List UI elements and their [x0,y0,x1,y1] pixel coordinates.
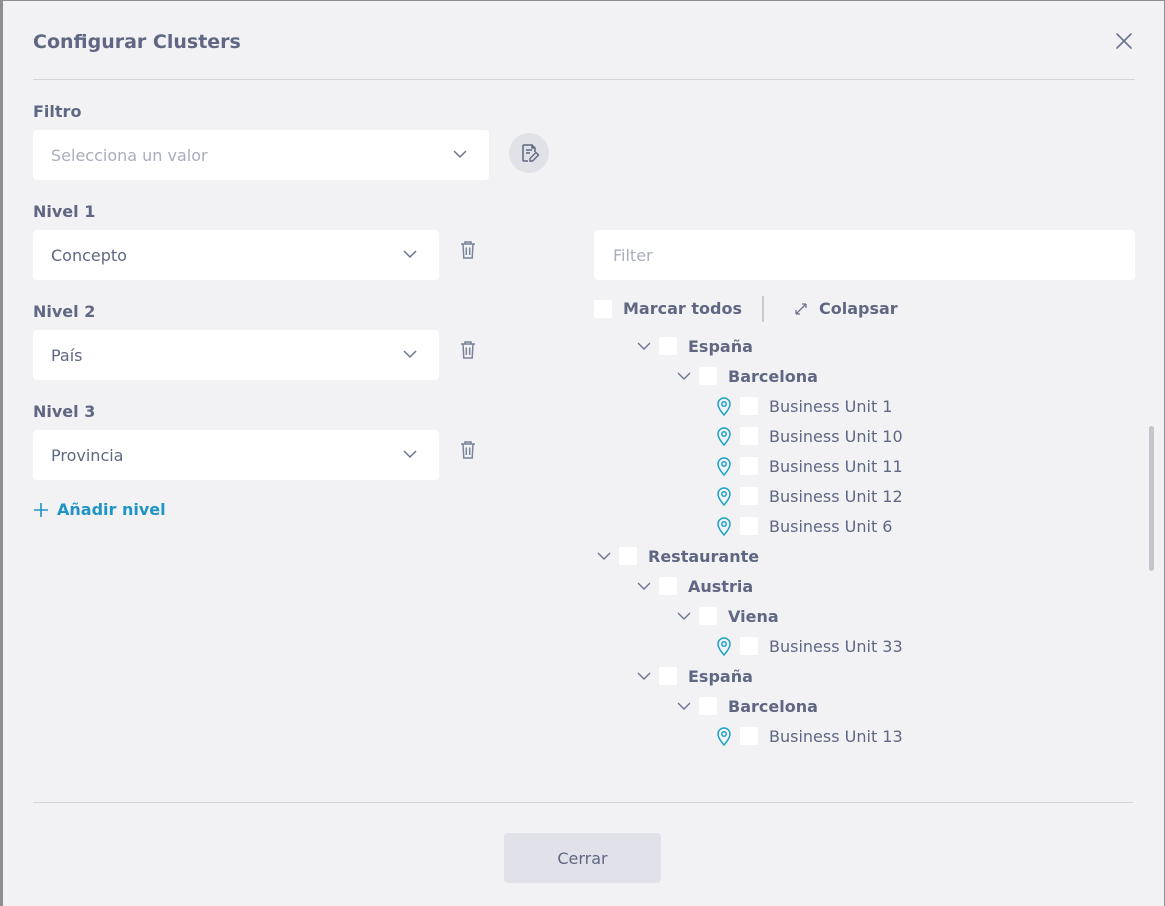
location-pin-icon [717,427,731,446]
delete-level-1-icon[interactable] [459,240,477,260]
tree-leaf: Business Unit 13 [716,726,903,746]
tree-node-checkbox[interactable] [699,697,717,715]
tree-node: España [637,666,753,686]
tree-leaf-label: Business Unit 12 [769,486,903,506]
collapse-label: Colapsar [819,299,898,318]
location-pin-icon [717,637,731,656]
add-level-label: Añadir nivel [57,500,166,519]
location-pin-icon [717,727,731,746]
filter-select[interactable]: Selecciona un valor [33,130,489,180]
tree-node-checkbox[interactable] [659,577,677,595]
tree-node-checkbox[interactable] [659,667,677,685]
tree-node-label: Barcelona [728,696,818,716]
tree-node-label: Viena [728,606,779,626]
chevron-down-icon[interactable] [677,699,691,713]
tree-filter-input[interactable] [594,230,1135,280]
window-left-border [0,0,3,906]
tree-leaf-checkbox[interactable] [740,517,758,535]
tree-node-checkbox[interactable] [619,547,637,565]
tree-leaf-label: Business Unit 33 [769,636,903,656]
level-2-label: Nivel 2 [33,302,96,321]
level-1-value: Concepto [51,245,127,265]
location-pin-icon [717,487,731,506]
filter-select-placeholder: Selecciona un valor [51,145,208,165]
chevron-down-icon[interactable] [677,609,691,623]
tree-leaf: Business Unit 33 [716,636,903,656]
chevron-down-icon [403,350,417,359]
tree-leaf-checkbox[interactable] [740,487,758,505]
edit-document-icon [522,144,540,162]
tree-leaf-label: Business Unit 1 [769,396,893,416]
tree-leaf-label: Business Unit 10 [769,426,903,446]
level-3-select[interactable]: Provincia [33,430,439,480]
tree-leaf-label: Business Unit 13 [769,726,903,746]
chevron-down-icon[interactable] [637,579,651,593]
location-pin-icon [717,397,731,416]
level-3-label: Nivel 3 [33,402,96,421]
tree-node-checkbox[interactable] [659,337,677,355]
tree-leaf: Business Unit 10 [716,426,903,446]
toolbar-separator [762,296,764,322]
chevron-down-icon [453,150,467,159]
mark-all-label: Marcar todos [623,299,742,318]
close-dialog-button[interactable]: Cerrar [504,833,661,883]
tree-leaf-checkbox[interactable] [740,397,758,415]
tree-scrollbar[interactable] [1149,426,1154,571]
mark-all-checkbox[interactable] [594,299,612,318]
level-2-select[interactable]: País [33,330,439,380]
tree-leaf-checkbox[interactable] [740,457,758,475]
level-3-value: Provincia [51,445,124,465]
chevron-down-icon [403,450,417,459]
tree-node: Austria [637,576,753,596]
tree-node-label: Barcelona [728,366,818,386]
tree-leaf-checkbox[interactable] [740,427,758,445]
tree-leaf: Business Unit 1 [716,396,892,416]
tree-leaf-label: Business Unit 11 [769,456,903,476]
level-1-label: Nivel 1 [33,202,96,221]
tree-node-label: España [688,336,753,356]
tree-node-label: España [688,666,753,686]
mark-all-control[interactable]: Marcar todos [594,299,742,318]
tree-node-checkbox[interactable] [699,367,717,385]
delete-level-2-icon[interactable] [459,340,477,360]
tree-leaf-label: Business Unit 6 [769,516,893,536]
tree-node: España [637,336,753,356]
filter-label: Filtro [33,102,82,121]
plus-icon [34,502,48,517]
location-pin-icon [717,517,731,536]
level-1-select[interactable]: Concepto [33,230,439,280]
collapse-button[interactable]: Colapsar [793,299,898,318]
collapse-arrows-icon [795,302,807,315]
tree-leaf: Business Unit 11 [716,456,903,476]
level-2-value: País [51,345,83,365]
close-icon[interactable] [1114,31,1134,51]
chevron-down-icon[interactable] [637,339,651,353]
tree-leaf-checkbox[interactable] [740,637,758,655]
tree-node: Barcelona [677,366,818,386]
edit-filter-button[interactable] [509,133,549,173]
tree-node-label: Austria [688,576,754,596]
chevron-down-icon[interactable] [597,549,611,563]
chevron-down-icon[interactable] [677,369,691,383]
tree-leaf: Business Unit 12 [716,486,903,506]
dialog-title: Configurar Clusters [33,31,241,53]
tree-node: Barcelona [677,696,818,716]
tree-node-checkbox[interactable] [699,607,717,625]
window-top-border [0,0,1165,1]
add-level-button[interactable]: Añadir nivel [33,500,166,519]
location-pin-icon [717,457,731,476]
tree-leaf-checkbox[interactable] [740,727,758,745]
chevron-down-icon[interactable] [637,669,651,683]
tree-leaf: Business Unit 6 [716,516,892,536]
tree-node-label: Restaurante [648,546,760,566]
chevron-down-icon [403,250,417,259]
header-divider [33,79,1135,80]
delete-level-3-icon[interactable] [459,440,477,460]
tree-node: Restaurante [597,546,759,566]
tree-node: Viena [677,606,779,626]
footer-divider [33,802,1133,803]
